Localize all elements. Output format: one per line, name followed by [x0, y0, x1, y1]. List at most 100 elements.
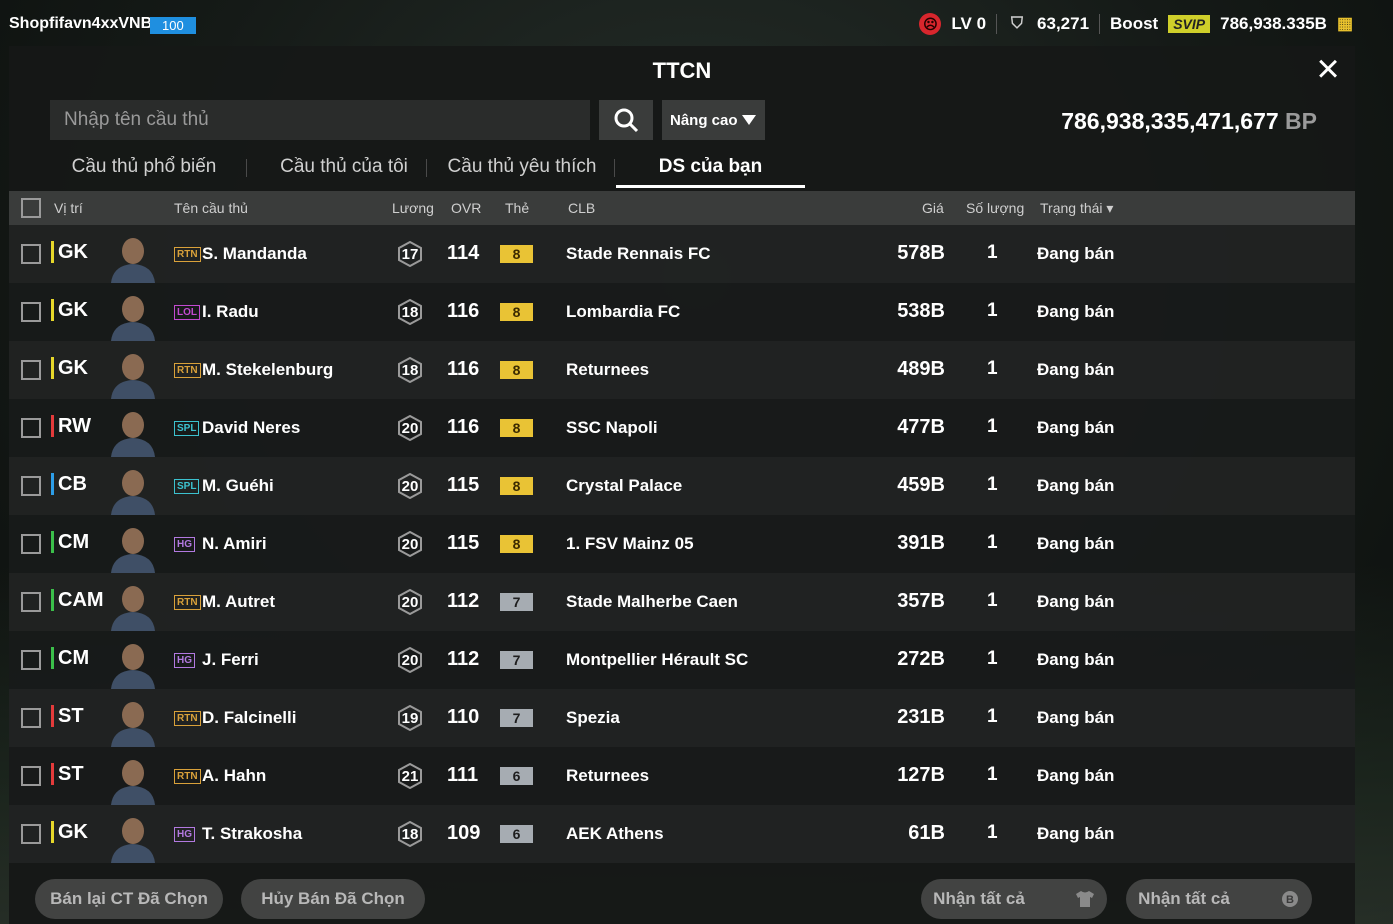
- tab-favorite-players[interactable]: Cầu thủ yêu thích: [429, 146, 615, 188]
- player-price: 231B: [897, 706, 945, 728]
- select-all-checkbox[interactable]: [21, 198, 41, 218]
- player-avatar: [111, 412, 155, 457]
- tab-popular-players[interactable]: Cầu thủ phổ biến: [49, 146, 239, 188]
- bp-unit: BP: [1285, 108, 1317, 134]
- player-quantity: 1: [987, 648, 998, 669]
- table-row[interactable]: GK LOL I. Radu 18 116 8 Lombardia FC 538…: [9, 283, 1355, 341]
- player-name[interactable]: M. Autret: [202, 592, 275, 612]
- player-name[interactable]: S. Mandanda: [202, 244, 307, 264]
- player-search-input[interactable]: [50, 100, 590, 140]
- row-checkbox[interactable]: [21, 824, 41, 844]
- card-level-badge: 8: [500, 535, 533, 553]
- player-position: GK: [51, 821, 88, 843]
- table-row[interactable]: CM HG J. Ferri 20 112 7 Montpellier Héra…: [9, 631, 1355, 689]
- player-quantity: 1: [987, 300, 998, 321]
- salary-badge: 18: [397, 821, 423, 847]
- player-name[interactable]: M. Stekelenburg: [202, 360, 333, 380]
- resell-selected-label: Bán lại CT Đã Chọn: [50, 889, 208, 908]
- table-row[interactable]: CAM RTN M. Autret 20 112 7 Stade Malherb…: [9, 573, 1355, 631]
- receive-all-bp-button[interactable]: Nhận tất cả B: [1126, 879, 1312, 919]
- table-row[interactable]: ST RTN D. Falcinelli 19 110 7 Spezia 231…: [9, 689, 1355, 747]
- col-status[interactable]: Trạng thái ▾: [1040, 200, 1113, 217]
- receive-all-players-button[interactable]: Nhận tất cả: [921, 879, 1107, 919]
- advanced-label: Nâng cao: [670, 111, 738, 129]
- listing-status: Đang bán: [1037, 592, 1115, 611]
- player-quantity: 1: [987, 590, 998, 611]
- player-ovr: 116: [447, 358, 480, 380]
- row-checkbox[interactable]: [21, 766, 41, 786]
- salary-badge: 20: [397, 531, 423, 557]
- resell-selected-button[interactable]: Bán lại CT Đã Chọn: [35, 879, 223, 919]
- col-quantity[interactable]: Số lượng: [966, 200, 1024, 216]
- player-name[interactable]: A. Hahn: [202, 766, 266, 786]
- table-row[interactable]: CM HG N. Amiri 20 115 8 1. FSV Mainz 05 …: [9, 515, 1355, 573]
- table-header: Vị trí Tên cầu thủ Lương OVR Thẻ CLB Giá…: [9, 191, 1355, 225]
- season-badge: RTN: [174, 363, 201, 378]
- player-ovr: 111: [447, 764, 479, 786]
- season-badge: RTN: [174, 595, 201, 610]
- close-button[interactable]: ×: [1309, 49, 1347, 90]
- row-checkbox[interactable]: [21, 592, 41, 612]
- row-checkbox[interactable]: [21, 244, 41, 264]
- season-badge: LOL: [174, 305, 200, 320]
- tab-my-players[interactable]: Cầu thủ của tôi: [249, 146, 439, 188]
- row-checkbox[interactable]: [21, 708, 41, 728]
- player-quantity: 1: [987, 358, 998, 379]
- player-avatar: [111, 470, 155, 515]
- table-row[interactable]: ST RTN A. Hahn 21 111 6 Returnees 127B 1…: [9, 747, 1355, 805]
- col-ovr[interactable]: OVR: [451, 200, 481, 216]
- row-checkbox[interactable]: [21, 418, 41, 438]
- table-row[interactable]: CB SPL M. Guéhi 20 115 8 Crystal Palace …: [9, 457, 1355, 515]
- player-club: AEK Athens: [566, 824, 664, 843]
- row-checkbox[interactable]: [21, 360, 41, 380]
- row-checkbox[interactable]: [21, 302, 41, 322]
- card-level-badge: 7: [500, 593, 533, 611]
- listing-status: Đang bán: [1037, 650, 1115, 669]
- tab-your-list[interactable]: DS của bạn: [616, 146, 805, 188]
- player-name[interactable]: I. Radu: [202, 302, 259, 322]
- player-name[interactable]: M. Guéhi: [202, 476, 274, 496]
- cancel-selected-button[interactable]: Hủy Bán Đã Chọn: [241, 879, 425, 919]
- shield-icon: ⛉: [1011, 15, 1024, 32]
- player-name[interactable]: J. Ferri: [202, 650, 259, 670]
- player-price: 61B: [908, 822, 945, 844]
- svip-badge[interactable]: SVIP: [1168, 15, 1211, 33]
- col-card[interactable]: Thẻ: [505, 200, 529, 216]
- player-list: GK RTN S. Mandanda 17 114 8 Stade Rennai…: [9, 225, 1355, 863]
- player-price: 578B: [897, 242, 945, 264]
- caret-down-icon: [742, 115, 756, 125]
- card-level-badge: 8: [500, 419, 533, 437]
- search-button[interactable]: [599, 100, 653, 140]
- row-checkbox[interactable]: [21, 534, 41, 554]
- player-name[interactable]: T. Strakosha: [202, 824, 302, 844]
- player-name[interactable]: N. Amiri: [202, 534, 267, 554]
- col-price[interactable]: Giá: [922, 200, 944, 216]
- salary-value: 17: [401, 245, 419, 263]
- col-salary[interactable]: Lương: [392, 200, 434, 216]
- player-position: GK: [51, 357, 88, 379]
- salary-value: 20: [401, 535, 419, 553]
- player-name[interactable]: David Neres: [202, 418, 300, 438]
- panel-title: TTCN: [652, 58, 712, 83]
- advanced-filter-dropdown[interactable]: Nâng cao: [662, 100, 765, 140]
- season-badge: HG: [174, 827, 195, 842]
- player-club: 1. FSV Mainz 05: [566, 534, 694, 553]
- table-row[interactable]: RW SPL David Neres 20 116 8 SSC Napoli 4…: [9, 399, 1355, 457]
- col-name[interactable]: Tên cầu thủ: [174, 200, 248, 216]
- top-bar-stats: ☹ LV 0 ⛉ 63,271 Boost SVIP 786,938.335B …: [919, 13, 1353, 35]
- search-icon: [614, 108, 639, 133]
- table-row[interactable]: GK RTN M. Stekelenburg 18 116 8 Returnee…: [9, 341, 1355, 399]
- row-checkbox[interactable]: [21, 650, 41, 670]
- player-avatar: [111, 818, 155, 863]
- listing-status: Đang bán: [1037, 534, 1115, 553]
- table-row[interactable]: GK HG T. Strakosha 18 109 6 AEK Athens 6…: [9, 805, 1355, 863]
- table-row[interactable]: GK RTN S. Mandanda 17 114 8 Stade Rennai…: [9, 225, 1355, 283]
- player-name[interactable]: D. Falcinelli: [202, 708, 296, 728]
- salary-badge: 17: [397, 241, 423, 267]
- col-club[interactable]: CLB: [568, 200, 595, 216]
- card-level-badge: 7: [500, 709, 533, 727]
- salary-value: 20: [401, 477, 419, 495]
- boost-label: Boost: [1110, 14, 1159, 33]
- row-checkbox[interactable]: [21, 476, 41, 496]
- listing-status: Đang bán: [1037, 302, 1115, 321]
